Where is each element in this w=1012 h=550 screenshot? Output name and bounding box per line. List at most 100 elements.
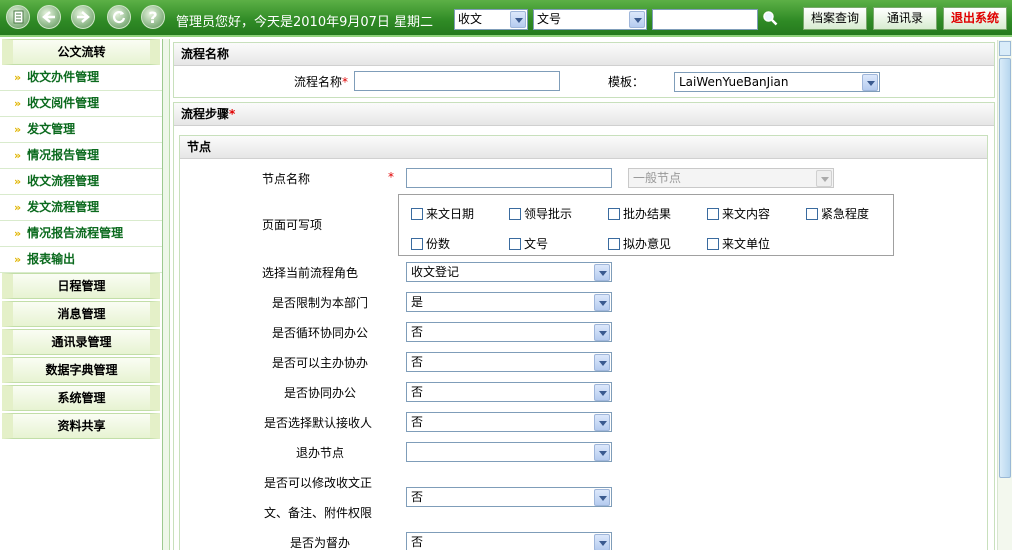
sidebar-item-incoming-flow[interactable]: » 收文流程管理 bbox=[0, 169, 162, 195]
double-arrow-icon: » bbox=[14, 123, 21, 136]
node-type-value: 一般节点 bbox=[633, 171, 682, 185]
scroll-up-button[interactable] bbox=[999, 41, 1011, 56]
vertical-scrollbar[interactable] bbox=[997, 40, 1012, 550]
chevron-down-icon[interactable] bbox=[594, 384, 610, 401]
chevron-down-icon[interactable] bbox=[594, 264, 610, 281]
chevron-down-icon[interactable] bbox=[629, 11, 645, 28]
restrict-dept-select[interactable]: 是 bbox=[406, 292, 612, 312]
chevron-down-icon[interactable] bbox=[510, 11, 526, 28]
supervise-select[interactable]: 否 bbox=[406, 532, 612, 550]
role-label: 选择当前流程角色 bbox=[262, 266, 359, 280]
loop-collab-value: 否 bbox=[411, 325, 424, 339]
sidebar-group-document-flow[interactable]: 公文流转 bbox=[2, 39, 160, 65]
checkbox-icon[interactable] bbox=[608, 208, 620, 220]
collab-office-label: 是否协同办公 bbox=[284, 386, 357, 400]
default-receiver-label: 是否选择默认接收人 bbox=[264, 416, 373, 430]
sidebar-item-outgoing[interactable]: » 发文管理 bbox=[0, 117, 162, 143]
loop-collab-select[interactable]: 否 bbox=[406, 322, 612, 342]
checkbox-leader-instruction[interactable]: 领导批示 bbox=[509, 205, 572, 222]
doc-type-value: 收文 bbox=[458, 12, 483, 26]
node-type-select[interactable]: 一般节点 bbox=[628, 168, 834, 188]
checkbox-icon[interactable] bbox=[411, 238, 423, 250]
chevron-down-icon[interactable] bbox=[862, 74, 878, 91]
chevron-down-icon[interactable] bbox=[594, 489, 610, 506]
node-heading: 节点 bbox=[180, 136, 987, 159]
sidebar-item-report-output[interactable]: » 报表输出 bbox=[0, 247, 162, 273]
double-arrow-icon: » bbox=[14, 253, 21, 266]
sidebar-item-report-flow[interactable]: » 情况报告流程管理 bbox=[0, 221, 162, 247]
host-assist-select[interactable]: 否 bbox=[406, 352, 612, 372]
flow-steps-heading: 流程步骤* bbox=[174, 103, 994, 126]
sidebar-item-label: 收文流程管理 bbox=[27, 174, 100, 188]
template-value: LaiWenYueBanJian bbox=[679, 75, 789, 89]
forward-arrow-icon[interactable] bbox=[71, 5, 95, 29]
sidebar-item-incoming-handling[interactable]: » 收文办件管理 bbox=[0, 65, 162, 91]
double-arrow-icon: » bbox=[14, 149, 21, 162]
template-select[interactable]: LaiWenYueBanJian bbox=[674, 72, 880, 92]
double-arrow-icon: » bbox=[14, 227, 21, 240]
sidebar-group-schedule[interactable]: 日程管理 bbox=[2, 273, 160, 299]
chevron-down-icon[interactable] bbox=[594, 354, 610, 371]
checkbox-icon[interactable] bbox=[707, 208, 719, 220]
search-field-value: 文号 bbox=[537, 12, 562, 26]
refresh-icon[interactable] bbox=[107, 5, 131, 29]
doc-type-select[interactable]: 收文 bbox=[454, 9, 528, 30]
sidebar-item-report[interactable]: » 情况报告管理 bbox=[0, 143, 162, 169]
chevron-down-icon[interactable] bbox=[594, 444, 610, 461]
checkbox-receive-date[interactable]: 来文日期 bbox=[411, 205, 474, 222]
checkbox-icon[interactable] bbox=[411, 208, 423, 220]
edit-permission-select[interactable]: 否 bbox=[406, 487, 612, 507]
back-arrow-icon[interactable] bbox=[37, 5, 61, 29]
scroll-thumb[interactable] bbox=[999, 58, 1011, 478]
sidebar-item-outgoing-flow[interactable]: » 发文流程管理 bbox=[0, 195, 162, 221]
document-icon[interactable] bbox=[6, 5, 30, 29]
checkbox-icon[interactable] bbox=[806, 208, 818, 220]
flow-name-section: 流程名称 流程名称* 模板： LaiWenYueBanJian bbox=[173, 42, 995, 98]
chevron-down-icon[interactable] bbox=[816, 170, 832, 187]
search-field-select[interactable]: 文号 bbox=[533, 9, 647, 30]
archive-search-button[interactable]: 档案查询 bbox=[803, 7, 867, 30]
address-book-button[interactable]: 通讯录 bbox=[873, 7, 937, 30]
role-select[interactable]: 收文登记 bbox=[406, 262, 612, 282]
checkbox-icon[interactable] bbox=[608, 238, 620, 250]
supervise-value: 否 bbox=[411, 535, 424, 549]
checkbox-urgency[interactable]: 紧急程度 bbox=[806, 205, 869, 222]
checkbox-doc-number[interactable]: 文号 bbox=[509, 235, 548, 252]
sidebar-group-dictionary[interactable]: 数据字典管理 bbox=[2, 357, 160, 383]
checkbox-handling-result[interactable]: 批办结果 bbox=[608, 205, 671, 222]
return-node-select[interactable] bbox=[406, 442, 612, 462]
search-input[interactable] bbox=[652, 9, 758, 30]
edit-permission-label-line1: 是否可以修改收文正 bbox=[264, 476, 373, 490]
sidebar-group-system[interactable]: 系统管理 bbox=[2, 385, 160, 411]
checkbox-copies[interactable]: 份数 bbox=[411, 235, 450, 252]
sidebar-group-messages[interactable]: 消息管理 bbox=[2, 301, 160, 327]
chevron-down-icon[interactable] bbox=[594, 294, 610, 311]
chevron-down-icon[interactable] bbox=[594, 414, 610, 431]
sidebar-group-sharing[interactable]: 资料共享 bbox=[2, 413, 160, 439]
sidebar-splitter[interactable] bbox=[163, 39, 170, 550]
collab-office-value: 否 bbox=[411, 385, 424, 399]
loop-collab-label: 是否循环协同办公 bbox=[272, 326, 369, 340]
sidebar-group-contacts[interactable]: 通讯录管理 bbox=[2, 329, 160, 355]
checkbox-icon[interactable] bbox=[707, 238, 719, 250]
collab-office-select[interactable]: 否 bbox=[406, 382, 612, 402]
exit-system-button[interactable]: 退出系统 bbox=[943, 7, 1007, 30]
sidebar: 公文流转 » 收文办件管理 » 收文阅件管理 » 发文管理 » 情况报告管理 » 收文流程… bbox=[0, 39, 163, 550]
edit-permission-value: 否 bbox=[411, 490, 424, 504]
top-toolbar: ? 管理员您好，今天是2010年9月07日 星期二 收文 文号 档案查询 通讯录… bbox=[0, 0, 1012, 37]
checkbox-proposed-opinion[interactable]: 拟办意见 bbox=[608, 235, 671, 252]
chevron-down-icon[interactable] bbox=[594, 324, 610, 341]
checkbox-icon[interactable] bbox=[509, 208, 521, 220]
search-icon[interactable] bbox=[762, 10, 778, 26]
node-name-input[interactable] bbox=[406, 168, 612, 188]
checkbox-source-unit[interactable]: 来文单位 bbox=[707, 235, 770, 252]
sidebar-item-incoming-reading[interactable]: » 收文阅件管理 bbox=[0, 91, 162, 117]
restrict-dept-label: 是否限制为本部门 bbox=[272, 296, 369, 310]
help-icon[interactable]: ? bbox=[141, 5, 165, 29]
flow-name-input[interactable] bbox=[354, 71, 560, 91]
default-receiver-select[interactable]: 否 bbox=[406, 412, 612, 432]
edit-permission-label-line2: 文、备注、附件权限 bbox=[264, 506, 373, 520]
chevron-down-icon[interactable] bbox=[594, 534, 610, 550]
checkbox-content[interactable]: 来文内容 bbox=[707, 205, 770, 222]
checkbox-icon[interactable] bbox=[509, 238, 521, 250]
